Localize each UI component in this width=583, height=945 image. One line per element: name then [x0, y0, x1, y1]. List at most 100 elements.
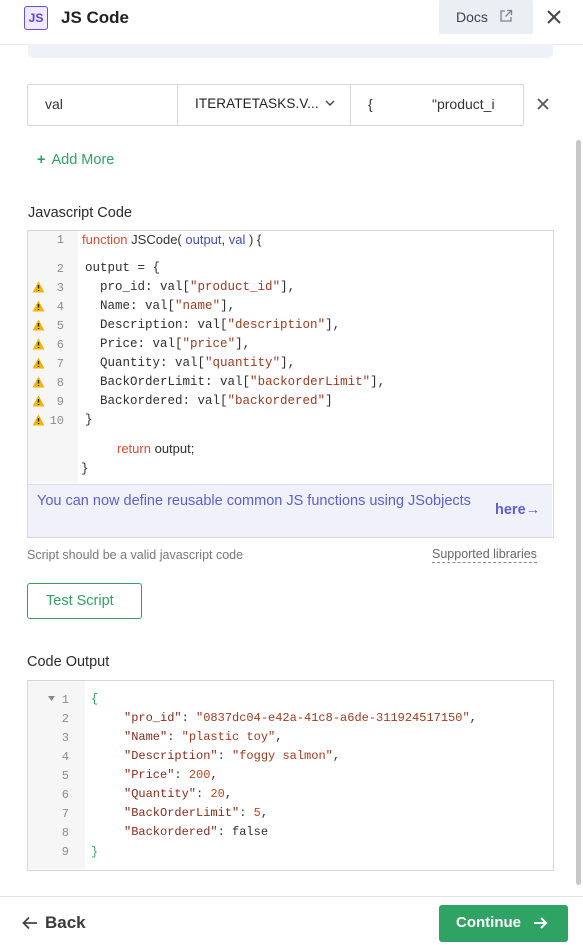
code-prop-key: BackOrderLimit	[100, 375, 206, 389]
key-input-value: val	[45, 96, 63, 112]
warning-icon[interactable]	[32, 414, 45, 426]
warning-icon[interactable]	[32, 376, 45, 388]
output-line-number: 3	[61, 731, 69, 745]
value-input-text: "product_i	[432, 96, 495, 112]
chevron-down-icon[interactable]	[325, 99, 335, 107]
tip-link-label: here	[495, 502, 526, 518]
script-hint: Script should be a valid javascript code	[27, 548, 244, 562]
code-punc: ) {	[249, 232, 262, 247]
code-text: output;	[154, 441, 195, 456]
code-string: "name"	[175, 299, 221, 313]
add-more-button[interactable]: + Add More	[37, 152, 114, 168]
code-prop-key: Backordered	[100, 394, 183, 408]
arrow-right-icon[interactable]	[533, 916, 548, 930]
code-prop-key: Name	[100, 299, 131, 313]
output-key: "Price"	[124, 768, 175, 782]
output-key: "Quantity"	[124, 787, 197, 801]
code-line: }	[81, 462, 89, 476]
test-script-label[interactable]: Test Script	[46, 593, 114, 609]
scrollbar[interactable]	[576, 140, 581, 885]
code-line: Description: val["description"],	[100, 318, 341, 332]
supported-libraries-link[interactable]: Supported libraries	[432, 547, 537, 563]
code-line: Price: val["price"],	[100, 337, 251, 351]
output-line-number: 4	[61, 750, 69, 764]
output-line-number: 8	[61, 826, 69, 840]
output-line-number: 6	[61, 788, 69, 802]
code-keyword: function	[82, 232, 128, 247]
output-line: "Name": "plastic toy",	[124, 730, 283, 744]
output-key: "Backordered"	[124, 825, 218, 839]
output-line: "Price": 200,	[124, 768, 218, 782]
line-number: 2	[56, 262, 64, 276]
close-icon[interactable]	[545, 8, 563, 26]
tip-here-link[interactable]: here→	[495, 502, 540, 518]
source-select-value: ITERATETASKS.V...	[195, 96, 319, 111]
output-line: "BackOrderLimit": 5,	[124, 806, 269, 820]
code-line: Quantity: val["quantity"],	[100, 356, 296, 370]
output-line-number: 2	[61, 712, 69, 726]
remove-icon[interactable]	[537, 98, 549, 110]
javascript-code-label: Javascript Code	[28, 205, 132, 221]
output-key: "Description"	[124, 749, 218, 763]
code-line: Backordered: val["backordered"]	[100, 394, 333, 408]
code-prop-key: Price	[100, 337, 138, 351]
code-param: val	[228, 232, 246, 247]
output-line: "Description": "foggy salmon",	[124, 749, 341, 763]
code-string: "backordered"	[227, 394, 326, 408]
output-value: 200	[188, 768, 211, 782]
code-line: }	[85, 413, 93, 427]
external-link-icon[interactable]	[499, 9, 513, 23]
arrow-right-icon: →	[525, 502, 541, 518]
code-punc: ,	[221, 232, 226, 247]
code-string: "price"	[182, 337, 236, 351]
code-prop-key: pro_id	[100, 280, 146, 294]
warning-icon[interactable]	[32, 281, 45, 293]
code-output-label: Code Output	[27, 654, 110, 670]
tip-text: You can now define reusable common JS fu…	[37, 493, 471, 509]
warning-icon[interactable]	[32, 357, 45, 369]
back-button[interactable]: Back	[45, 913, 86, 933]
code-string: "product_id"	[190, 280, 281, 294]
code-string: "description"	[227, 318, 326, 332]
code-function-name: JSCode(	[131, 232, 182, 247]
continue-label[interactable]: Continue	[456, 914, 521, 931]
code-line: Name: val["name"],	[100, 299, 236, 313]
warning-icon[interactable]	[32, 319, 45, 331]
code-param: output	[185, 232, 222, 247]
output-line: "Backordered": false	[124, 825, 269, 839]
docs-label[interactable]: Docs	[456, 9, 488, 25]
output-line-number: 7	[61, 807, 69, 821]
output-line-number: 1	[61, 693, 69, 707]
js-badge-icon: JS	[24, 6, 48, 30]
output-value: "0837dc04-e42a-41c8-a6de-311924517150"	[196, 711, 470, 725]
warning-icon[interactable]	[32, 338, 45, 350]
warning-icon[interactable]	[32, 395, 45, 407]
plus-icon: +	[37, 152, 46, 168]
output-line: "pro_id": "0837dc04-e42a-41c8-a6de-31192…	[124, 711, 477, 725]
output-close-brace: }	[91, 845, 99, 859]
line-number: 1	[56, 233, 64, 247]
value-brace: {	[368, 96, 373, 112]
output-key: "Name"	[124, 730, 168, 744]
output-line: "Quantity": 20,	[124, 787, 233, 801]
output-key: "pro_id"	[124, 711, 182, 725]
output-value: "plastic toy"	[181, 730, 276, 744]
output-value: 5	[253, 806, 261, 820]
code-line: function JSCode( output, val ) {	[82, 232, 261, 247]
warning-icon[interactable]	[32, 300, 45, 312]
code-line: pro_id: val["product_id"],	[100, 280, 296, 294]
arrow-left-icon[interactable]	[22, 916, 38, 930]
output-line-number: 5	[61, 769, 69, 783]
page-title: JS Code	[61, 8, 130, 27]
code-output-viewer[interactable]	[27, 680, 554, 871]
output-open-brace: {	[91, 692, 99, 706]
output-value: false	[232, 825, 269, 839]
collapsed-section-band	[28, 44, 553, 58]
code-string: "quantity"	[205, 356, 281, 370]
code-line: BackOrderLimit: val["backorderLimit"],	[100, 375, 386, 389]
code-prop-key: Quantity	[100, 356, 161, 370]
add-more-label: Add More	[51, 152, 115, 168]
code-line: output = {	[85, 261, 161, 275]
output-line-number: 9	[61, 845, 69, 859]
output-key: "BackOrderLimit"	[124, 806, 240, 820]
